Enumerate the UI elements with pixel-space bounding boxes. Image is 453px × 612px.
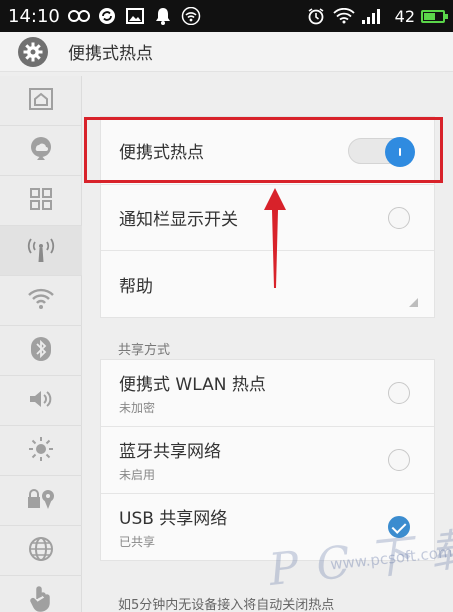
brightness-icon — [28, 436, 54, 466]
title-bar: 便携式热点 — [0, 32, 453, 72]
side-tab-bluetooth[interactable] — [0, 326, 82, 376]
side-tab-wifi[interactable] — [0, 276, 82, 326]
wlan-checkbox[interactable] — [388, 382, 410, 404]
globe-icon — [28, 536, 54, 566]
side-tab-cloud[interactable] — [0, 126, 82, 176]
share-item-status: 未启用 — [119, 468, 156, 482]
battery-level: 42 — [394, 6, 415, 26]
help-label: 帮助 — [119, 276, 153, 297]
status-bar: 14:10 42 — [0, 0, 453, 32]
bell-icon — [152, 5, 174, 27]
bluetooth-icon — [30, 336, 52, 366]
side-tab-grid[interactable] — [0, 176, 82, 226]
share-item-status: 未加密 — [119, 401, 156, 415]
status-time: 14:10 — [8, 5, 60, 27]
signal-icon — [361, 5, 383, 27]
annotation-arrow — [264, 188, 286, 288]
auto-off-note: 如5分钟内无设备接入将自动关闭热点 — [118, 598, 335, 612]
wifi-icon — [180, 5, 202, 27]
image-icon — [124, 5, 146, 27]
page-title: 便携式热点 — [68, 44, 153, 64]
annotation-highlight-box — [84, 117, 443, 183]
home-icon — [28, 87, 54, 115]
infinity-icon — [67, 5, 90, 27]
gear-icon — [18, 36, 48, 67]
side-tab-home[interactable] — [0, 76, 82, 126]
side-tab-hotspot[interactable] — [0, 226, 82, 276]
share-item-status: 已共享 — [119, 535, 156, 549]
side-tab-lock-location[interactable] — [0, 476, 82, 526]
bluetooth-checkbox[interactable] — [388, 449, 410, 471]
notify-checkbox[interactable] — [388, 206, 410, 229]
wifi-icon — [332, 5, 355, 27]
side-tab-globe[interactable] — [0, 526, 82, 576]
share-item-label: USB 共享网络 — [119, 509, 228, 529]
side-tab-hand[interactable] — [0, 576, 82, 612]
notify-label: 通知栏显示开关 — [119, 210, 238, 230]
share-item-bluetooth[interactable]: 蓝牙共享网络 未启用 — [101, 427, 434, 494]
side-tab-brightness[interactable] — [0, 426, 82, 476]
share-section-label: 共享方式 — [118, 343, 171, 358]
volume-icon — [28, 388, 54, 414]
refresh-icon — [96, 5, 118, 27]
share-item-label: 便携式 WLAN 热点 — [119, 375, 266, 395]
wifi-icon — [27, 288, 55, 314]
cloud-location-icon — [28, 136, 54, 166]
alarm-icon — [305, 5, 327, 27]
battery-icon — [421, 9, 448, 23]
share-item-label: 蓝牙共享网络 — [119, 442, 221, 462]
hotspot-icon — [26, 235, 56, 267]
share-item-wlan[interactable]: 便携式 WLAN 热点 未加密 — [101, 360, 434, 427]
hand-icon — [29, 585, 53, 612]
lock-location-icon — [26, 487, 56, 515]
side-tab-strip — [0, 76, 82, 612]
grid-icon — [29, 187, 53, 215]
side-tab-volume[interactable] — [0, 376, 82, 426]
corner-indicator — [409, 298, 418, 307]
